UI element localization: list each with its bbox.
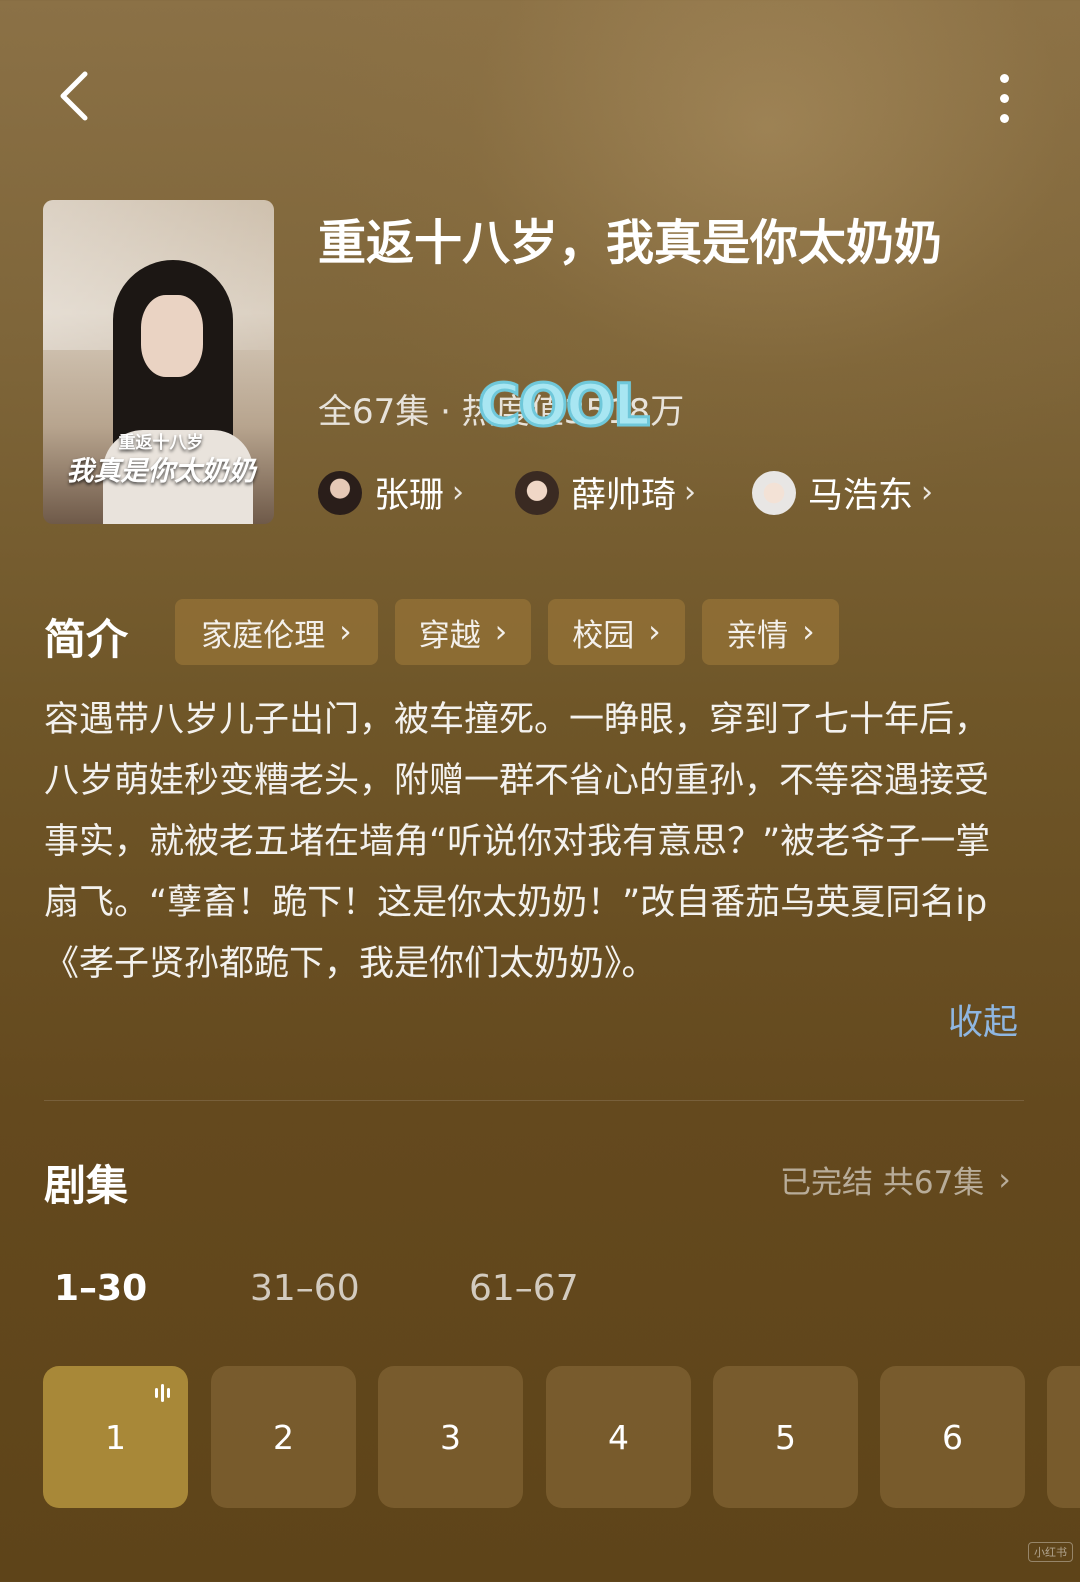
cool-sticker: COOL (477, 370, 652, 441)
chevron-right-icon: › (452, 475, 465, 510)
episode-button-6[interactable]: 6 (880, 1366, 1025, 1508)
vertical-dots-icon (999, 73, 1009, 83)
intro-description: 容遇带八岁儿子出门，被车撞死。一睁眼，穿到了七十年后，八岁萌娃秒变糟老头，附赠一… (44, 700, 991, 984)
avatar (752, 470, 796, 515)
tag-time-travel[interactable]: 穿越 › (395, 599, 531, 665)
back-button[interactable] (44, 66, 104, 126)
chevron-right-icon: › (339, 614, 352, 650)
chevron-right-icon: › (648, 614, 661, 650)
avatar (515, 470, 559, 515)
chevron-right-icon: › (921, 475, 934, 510)
chevron-right-icon: › (494, 614, 508, 650)
avatar (318, 470, 362, 515)
tab-range-1-30[interactable]: 1–30 (54, 1268, 147, 1309)
episode-button-5[interactable]: 5 (713, 1366, 858, 1508)
episode-button-2[interactable]: 2 (211, 1366, 356, 1508)
watermark: 小红书 (1028, 1542, 1073, 1562)
collapse-button[interactable]: 收起 (948, 994, 1018, 1045)
tag-family-ethics[interactable]: 家庭伦理 › (175, 599, 378, 665)
chevron-right-icon: › (802, 614, 815, 650)
cast-member[interactable]: 薛帅琦 › (515, 467, 696, 518)
intro-heading: 简介 (44, 615, 129, 664)
tag-campus[interactable]: 校园 › (548, 599, 685, 665)
drama-title: 重返十八岁，我真是你太奶奶 (318, 215, 943, 271)
episode-button-peek[interactable] (1047, 1366, 1080, 1508)
episode-button-3[interactable]: 3 (378, 1366, 523, 1508)
chevron-left-icon (60, 71, 88, 121)
tag-family-love[interactable]: 亲情 › (702, 599, 839, 665)
more-options-button[interactable] (980, 66, 1028, 130)
episode-button-1[interactable]: 1 (43, 1366, 188, 1508)
playing-icon (155, 1384, 170, 1402)
divider (44, 1100, 1024, 1101)
episode-button-4[interactable]: 4 (546, 1366, 691, 1508)
episodes-status[interactable]: 已完结 共67集 › (780, 1157, 1011, 1202)
cast-member[interactable]: 马浩东 › (752, 467, 933, 518)
cast-member[interactable]: 张珊 › (318, 467, 464, 518)
tab-range-61-67[interactable]: 61–67 (469, 1268, 579, 1309)
tab-range-31-60[interactable]: 31–60 (250, 1268, 360, 1309)
chevron-right-icon: › (998, 1161, 1011, 1198)
poster-title: 重返十八岁 我真是你太奶奶 (66, 433, 256, 488)
chevron-right-icon: › (684, 475, 697, 510)
episodes-heading: 剧集 (44, 1161, 129, 1210)
drama-poster[interactable]: 重返十八岁 我真是你太奶奶 (43, 200, 274, 524)
